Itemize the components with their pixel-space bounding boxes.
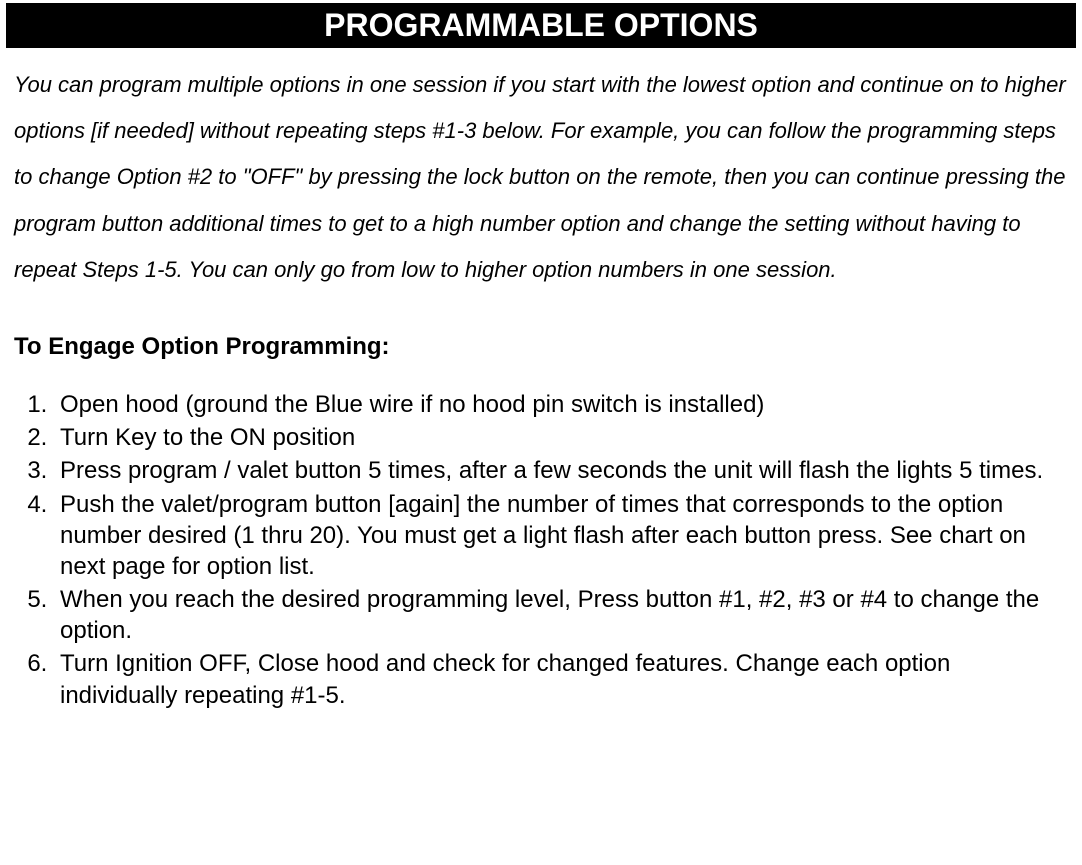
step-item: Turn Key to the ON position: [54, 422, 1068, 453]
step-item: Push the valet/program button [again] th…: [54, 489, 1068, 583]
step-item: Press program / valet button 5 times, af…: [54, 455, 1068, 486]
step-item: Open hood (ground the Blue wire if no ho…: [54, 389, 1068, 420]
section-title: PROGRAMMABLE OPTIONS: [6, 3, 1076, 48]
steps-list: Open hood (ground the Blue wire if no ho…: [50, 389, 1068, 711]
step-item: Turn Ignition OFF, Close hood and check …: [54, 648, 1068, 710]
intro-paragraph: You can program multiple options in one …: [14, 62, 1068, 293]
subheading: To Engage Option Programming:: [14, 333, 1068, 361]
step-item: When you reach the desired programming l…: [54, 584, 1068, 646]
